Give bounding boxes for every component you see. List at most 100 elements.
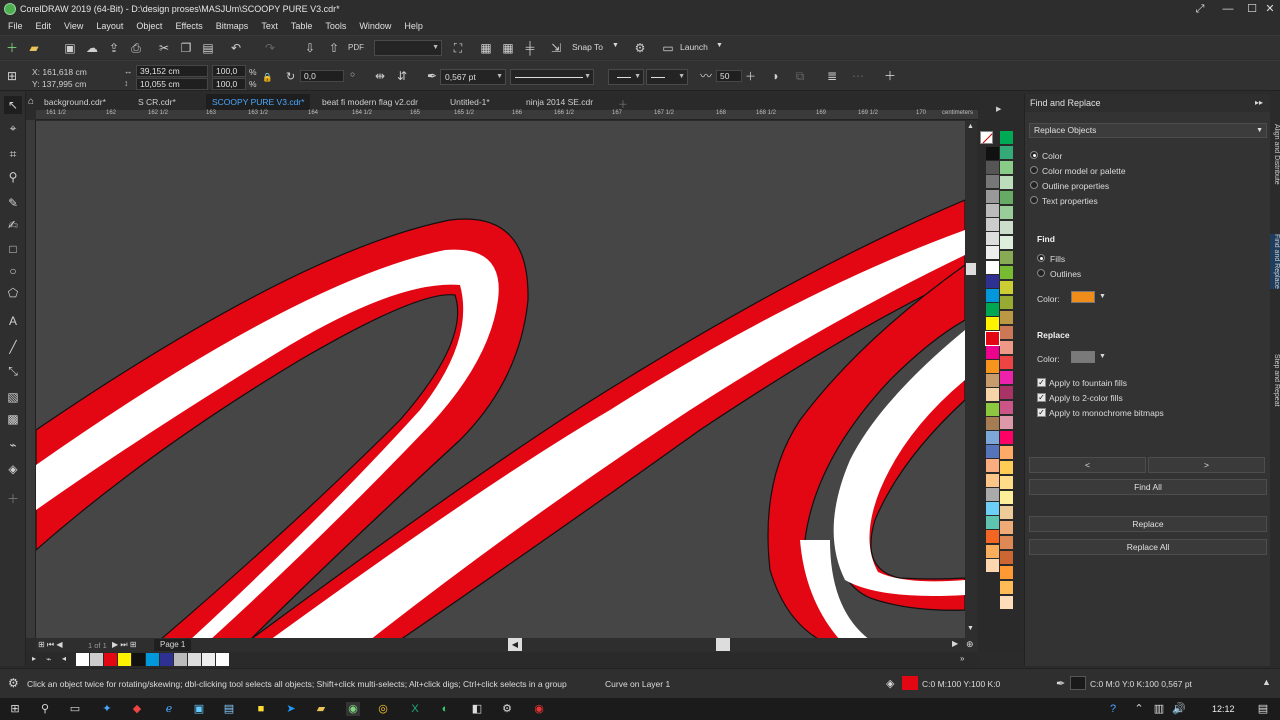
tab-beat-fi-modern-flag[interactable]: beat fi modern flag v2.cdr [316,94,424,110]
palette-swatch[interactable] [986,303,999,317]
parallel-dimension-tool-icon[interactable]: ╱ [4,338,22,356]
chrome-icon[interactable]: ◎ [376,702,390,716]
palette-swatch[interactable] [1000,416,1013,429]
palette-swatch[interactable] [1000,176,1013,189]
palette-swatch[interactable] [1000,311,1013,324]
start-arrowhead-combo[interactable]: ▼ [608,69,644,85]
type-outline-radio[interactable] [1030,181,1038,189]
file-explorer-icon[interactable]: ▰ [314,702,328,716]
palette-swatch[interactable] [1000,476,1013,489]
edge-browser-icon[interactable]: ℯ [162,702,176,716]
drop-shadow-tool-icon[interactable]: ▧ [4,388,22,406]
palette-swatch[interactable] [1000,206,1013,219]
find-outlines-label[interactable]: Outlines [1050,269,1081,279]
palette-arrow-icon[interactable]: ▸ [32,654,36,663]
menu-bitmaps[interactable]: Bitmaps [216,18,249,35]
tab-find-replace[interactable]: Find and Replace [1270,234,1280,289]
volume-icon[interactable]: 🔊 [1172,702,1186,716]
replace-mode-select[interactable]: Replace Objects ▼ [1029,123,1267,138]
find-color-picker[interactable] [1071,291,1095,303]
selected-swatch[interactable] [985,330,1000,346]
cut-icon[interactable]: ✂ [156,40,172,56]
docpal-swatch[interactable] [104,653,117,666]
end-arrowhead-combo[interactable]: ▼ [646,69,688,85]
menu-window[interactable]: Window [359,18,391,35]
type-color-radio[interactable] [1030,151,1038,159]
mirror-vertical-icon[interactable]: ⇵ [394,68,410,84]
type-color-label[interactable]: Color [1042,151,1062,161]
rectangle-tool-icon[interactable]: □ [4,240,22,258]
vertical-ruler[interactable] [26,120,36,638]
palette-swatch[interactable] [986,147,999,160]
palette-swatch[interactable] [986,544,999,558]
palette-swatch[interactable] [1000,596,1013,609]
ellipse-tool-icon[interactable]: ○ [4,262,22,280]
line-style-combo[interactable]: ▼ [510,69,594,85]
docpal-swatch[interactable] [174,653,187,666]
menu-file[interactable]: File [8,18,23,35]
width-field[interactable]: 39,152 cm [136,65,208,77]
palette-swatch[interactable] [1000,446,1013,459]
outline-width-combo[interactable]: 0,567 pt ▼ [440,69,506,85]
palette-swatch[interactable] [1000,221,1013,234]
taskbar-app-icon[interactable]: ▤ [222,702,236,716]
replace-button[interactable]: Replace [1029,516,1267,532]
palette-right-icon[interactable]: » [960,654,964,663]
palette-swatch[interactable] [1000,326,1013,339]
menu-layout[interactable]: Layout [96,18,123,35]
text-tool-icon[interactable]: A [4,312,22,330]
extract-subpath-icon[interactable]: ⧉ [792,68,808,84]
palette-swatch[interactable] [1000,356,1013,369]
import-icon[interactable]: ⇩ [302,40,318,56]
scroll-down-icon[interactable]: ▼ [967,625,974,632]
smoothing-field[interactable]: 50 [716,70,742,82]
palette-swatch[interactable] [986,189,999,203]
taskbar-app-icon[interactable]: ◐ [438,702,452,716]
settings-icon[interactable]: ⚙ [500,702,514,716]
palette-swatch[interactable] [986,502,999,515]
docpal-swatch[interactable] [76,653,89,666]
palette-swatch[interactable] [1000,341,1013,354]
replace-color-dropdown-icon[interactable]: ▼ [1099,353,1106,360]
tab-background[interactable]: background.cdr* [38,94,112,110]
taskbar-app-icon[interactable]: ■ [254,702,268,716]
palette-swatch[interactable] [986,374,999,388]
palette-flyout-icon[interactable]: ▶ [996,105,1001,113]
menu-tools[interactable]: Tools [325,18,346,35]
type-model-label[interactable]: Color model or palette [1042,166,1126,176]
menu-text[interactable]: Text [261,18,278,35]
search-icon[interactable]: ⚲ [38,702,52,716]
replace-color-picker[interactable] [1071,351,1095,363]
zoom-level-combo[interactable]: ▼ [374,40,442,56]
mirror-horizontal-icon[interactable]: ⇹ [372,68,388,84]
network-icon[interactable]: ▥ [1152,702,1166,716]
vertical-scrollbar[interactable]: ▲ ▼ [965,121,977,638]
record-icon[interactable]: ◉ [532,702,546,716]
artwork-stripes[interactable] [36,121,965,638]
tab-ninja-2014-se[interactable]: ninja 2014 SE.cdr [520,94,599,110]
palette-swatch[interactable] [986,232,999,246]
palette-swatch[interactable] [1000,236,1013,249]
palette-swatch[interactable] [986,530,999,544]
fountain-fills-label[interactable]: Apply to fountain fills [1049,378,1127,388]
task-view-icon[interactable]: ▭ [68,702,82,716]
palette-swatch[interactable] [986,317,999,331]
palette-swatch[interactable] [1000,131,1013,144]
telegram-icon[interactable]: ➤ [284,702,298,716]
drawing-canvas[interactable] [36,121,965,638]
home-icon[interactable]: ⌂ [28,96,34,107]
polygon-tool-icon[interactable]: ⬠ [4,284,22,302]
palette-swatch[interactable] [986,459,999,473]
scroll-up-icon[interactable]: ▲ [967,123,974,130]
height-field[interactable]: 10,055 cm [136,78,208,90]
palette-swatch[interactable] [1000,296,1013,309]
palette-swatch[interactable] [1000,386,1013,399]
interactive-fill-tool-icon[interactable]: ◈ [4,460,22,478]
palette-swatch[interactable] [986,431,999,444]
scroll-right-icon[interactable]: ▶ [952,639,958,648]
menu-help[interactable]: Help [404,18,423,35]
print-icon[interactable]: ⎙ [128,40,144,56]
redo-icon[interactable]: ↷ [262,40,278,56]
outline-color-swatch[interactable] [1070,676,1086,690]
taskbar-app-icon[interactable]: ✦ [100,702,114,716]
